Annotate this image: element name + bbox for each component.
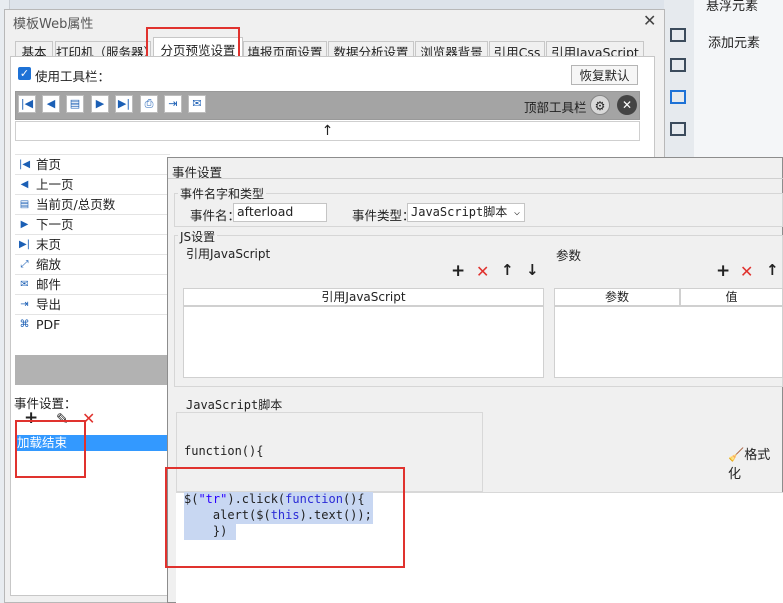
format-button[interactable]: 🧹格式化 (728, 444, 783, 482)
print-icon[interactable]: ⎙ (140, 95, 158, 113)
add-param-icon[interactable]: + (716, 261, 730, 281)
page-number-icon[interactable]: ▤ (66, 95, 84, 113)
highlight-box-event (15, 420, 86, 478)
layout-icon[interactable] (670, 28, 686, 42)
frame-icon[interactable] (670, 90, 686, 104)
list-item-label: PDF (36, 317, 61, 332)
value-column-header[interactable]: 值 (680, 288, 783, 306)
top-toolbar-label: 顶部工具栏 (524, 100, 587, 115)
list-item-label: 当前页/总页数 (36, 197, 116, 212)
zoom-icon: ⤢ (20, 259, 29, 270)
list-item-label: 缩放 (36, 257, 62, 272)
first-page-icon[interactable]: |◀ (18, 95, 36, 113)
param-column-header[interactable]: 参数 (554, 288, 680, 306)
list-item-label: 上一页 (36, 177, 74, 192)
reference-js-label: 引用JavaScript (186, 247, 271, 261)
first-page-icon: |◀ (18, 159, 31, 170)
prev-page-icon: ◀ (20, 179, 29, 190)
params-table[interactable] (554, 306, 783, 378)
widget-icon[interactable] (670, 58, 686, 72)
event-type-select[interactable]: JavaScript脚本 ⌵ (407, 203, 525, 222)
remove-toolbar-icon[interactable]: ✕ (617, 95, 637, 115)
reference-js-table[interactable] (183, 306, 544, 378)
list-item[interactable]: ▶ 下一页 (15, 214, 170, 234)
list-item[interactable]: ⤢ 缩放 (15, 254, 170, 274)
last-page-icon: ▶| (18, 239, 31, 250)
event-type-value: JavaScript脚本 (411, 205, 508, 219)
list-item[interactable]: ▶| 末页 (15, 234, 170, 254)
javascript-script-label: JavaScript脚本 (186, 398, 283, 412)
next-page-icon: ▶ (20, 219, 29, 230)
last-page-icon[interactable]: ▶| (115, 95, 133, 113)
reference-js-column-header[interactable]: 引用JavaScript (183, 288, 544, 306)
float-element-item[interactable]: 悬浮元素 (706, 0, 758, 14)
list-item[interactable]: ◀ 上一页 (15, 174, 170, 194)
dropdown-widget-icon[interactable] (670, 122, 686, 136)
broom-icon: 🧹 (728, 448, 745, 463)
pdf-icon: ⌘ (19, 319, 30, 330)
title-divider (168, 178, 783, 179)
use-toolbar-label: 使用工具栏： (35, 69, 111, 84)
list-item-label: 末页 (36, 237, 62, 252)
list-footer-bar (15, 355, 170, 385)
delete-reference-icon[interactable]: ✕ (476, 262, 489, 281)
email-icon: ✉ (20, 279, 29, 290)
event-type-label: 事件类型： (352, 208, 415, 223)
list-item-label: 邮件 (36, 277, 62, 292)
restore-default-button[interactable]: 恢复默认 (571, 65, 638, 85)
list-item[interactable]: ▤ 当前页/总页数 (15, 194, 170, 214)
prev-page-icon[interactable]: ◀ (42, 95, 60, 113)
close-icon[interactable]: ✕ (643, 11, 656, 30)
name-type-group-label: 事件名字和类型 (178, 185, 267, 202)
add-reference-icon[interactable]: + (451, 261, 465, 281)
delete-param-icon[interactable]: ✕ (740, 262, 753, 281)
email-icon[interactable]: ✉ (188, 95, 206, 113)
params-label: 参数 (556, 248, 582, 263)
list-item[interactable]: ⇥ 导出 (15, 294, 170, 314)
move-up-icon[interactable]: ↑ (15, 121, 640, 141)
chevron-down-icon: ⌵ (513, 207, 520, 218)
highlight-box-code (165, 467, 405, 568)
export-icon[interactable]: ⇥ (164, 95, 182, 113)
function-header-text: function(){ (184, 444, 264, 458)
list-item-label: 导出 (36, 297, 62, 312)
use-toolbar-checkbox[interactable]: ✓ (18, 67, 31, 80)
event-name-input[interactable]: afterload (233, 203, 327, 222)
move-param-up-icon[interactable]: ↑ (766, 261, 779, 279)
move-reference-down-icon[interactable]: ↓ (526, 261, 539, 279)
background-right-icon-column (664, 0, 694, 160)
export-icon: ⇥ (20, 299, 29, 310)
list-item-label: 下一页 (36, 217, 74, 232)
next-page-icon[interactable]: ▶ (91, 95, 109, 113)
list-item[interactable]: ⌘ PDF (15, 314, 170, 334)
page-number-icon: ▤ (19, 199, 30, 210)
dialog-title: 模板Web属性 (13, 17, 94, 32)
add-element-item[interactable]: 添加元素 (708, 32, 760, 51)
list-item[interactable]: ✉ 邮件 (15, 274, 170, 294)
list-item[interactable]: |◀ 首页 (15, 154, 170, 174)
move-reference-up-icon[interactable]: ↑ (501, 261, 514, 279)
list-item-label: 首页 (36, 157, 62, 172)
js-settings-group-label: JS设置 (178, 228, 218, 245)
settings-gear-icon[interactable]: ⚙ (590, 95, 610, 115)
